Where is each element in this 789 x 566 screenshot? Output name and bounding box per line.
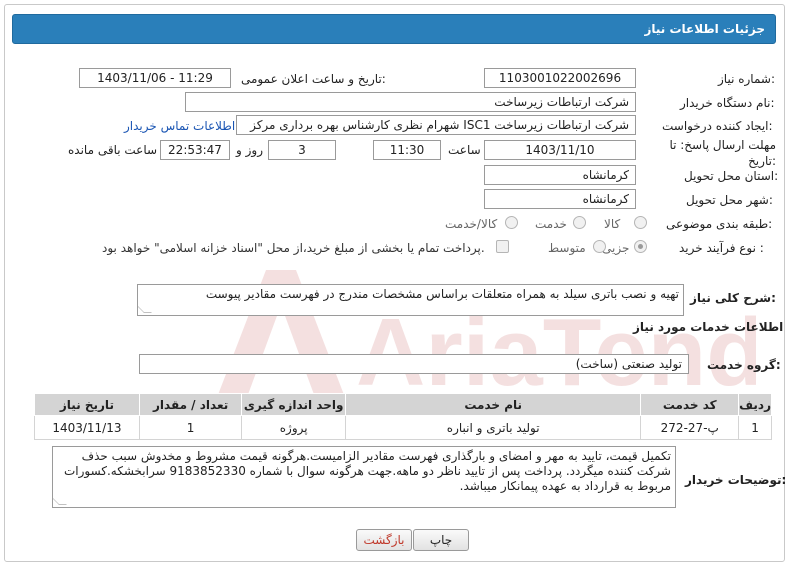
resize-handle-icon[interactable] xyxy=(53,497,67,505)
remaining-time-label: ساعت باقی مانده xyxy=(68,143,158,157)
purchase-type-radio-medium[interactable] xyxy=(593,240,606,253)
remaining-time-field[interactable]: 22:53:47 xyxy=(160,140,230,160)
col-unit: واحد اندازه گیری xyxy=(241,393,346,416)
cell-row: 1 xyxy=(738,415,772,440)
category-option-goods: کالا xyxy=(604,217,621,231)
delivery-city-label: شهر محل تحویل: xyxy=(686,193,773,207)
col-service-name: نام خدمت xyxy=(344,393,642,416)
col-need-date: تاریخ نیاز xyxy=(34,393,140,416)
buyer-contact-link[interactable]: اطلاعات تماس خریدار xyxy=(124,119,235,133)
buyer-notes-label: توضیحات خریدار: xyxy=(685,473,787,487)
back-button[interactable]: بازگشت xyxy=(356,529,412,551)
summary-textarea[interactable]: تهیه و نصب باتری سیلد به همراه متعلقات ب… xyxy=(137,284,684,316)
col-service-code: کد خدمت xyxy=(640,393,740,416)
cell-quantity: 1 xyxy=(138,415,243,440)
col-quantity: تعداد / مقدار xyxy=(138,393,243,416)
purchase-type-option-minor: جزیی xyxy=(602,241,630,255)
delivery-province-label: استان محل تحویل: xyxy=(684,169,779,183)
announce-datetime-field[interactable]: 1403/11/06 - 11:29 xyxy=(79,68,231,88)
buyer-org-field[interactable]: شرکت ارتباطات زیرساخت xyxy=(185,92,636,112)
table-row: 1 پ-27-272 تولید باتری و انباره پروژه 1 … xyxy=(34,415,772,440)
page-header: جزئیات اطلاعات نیاز xyxy=(12,14,776,44)
services-section-title: اطلاعات خدمات مورد نیاز xyxy=(633,320,784,334)
services-table: ردیف کد خدمت نام خدمت واحد اندازه گیری ت… xyxy=(34,393,772,440)
treasury-payment-checkbox[interactable] xyxy=(496,240,509,253)
category-label: طبقه بندی موضوعی: xyxy=(666,217,773,231)
deadline-date-field[interactable]: 1403/11/10 xyxy=(484,140,636,160)
delivery-province-field[interactable]: کرمانشاه xyxy=(484,165,636,185)
buyer-notes-text: تکمیل قیمت، تایید به مهر و امضای و بارگذ… xyxy=(63,449,671,493)
need-number-label: شماره نیاز: xyxy=(718,72,776,86)
category-option-service: خدمت xyxy=(535,217,567,231)
col-row: ردیف xyxy=(738,393,772,416)
deadline-days-field[interactable]: 3 xyxy=(268,140,336,160)
buyer-notes-textarea[interactable]: تکمیل قیمت، تایید به مهر و امضای و بارگذ… xyxy=(52,446,676,508)
requester-label: ایجاد کننده درخواست: xyxy=(662,119,773,133)
purchase-type-radio-minor[interactable] xyxy=(634,240,647,253)
deadline-time-label: ساعت xyxy=(448,143,481,157)
services-table-header: ردیف کد خدمت نام خدمت واحد اندازه گیری ت… xyxy=(34,393,772,416)
treasury-payment-note: پرداخت تمام یا بخشی از مبلغ خرید،از محل … xyxy=(102,241,485,255)
need-number-field[interactable]: 1103001022002696 xyxy=(484,68,636,88)
deadline-days-label: روز و xyxy=(236,143,263,157)
cell-service-code: پ-27-272 xyxy=(640,415,740,440)
purchase-type-option-medium: متوسط xyxy=(548,241,586,255)
category-radio-goods-service[interactable] xyxy=(505,216,518,229)
purchase-type-label: نوع فرآیند خرید : xyxy=(679,241,764,255)
service-group-field[interactable]: تولید صنعتی (ساخت) xyxy=(139,354,689,374)
service-group-label: گروه خدمت: xyxy=(707,358,781,372)
category-radio-service[interactable] xyxy=(573,216,586,229)
requester-field[interactable]: شهرام نظری کارشناس بهره برداری مرکز ISC1… xyxy=(236,115,636,135)
cell-need-date: 1403/11/13 xyxy=(34,415,140,440)
page-title: جزئیات اطلاعات نیاز xyxy=(644,22,765,36)
announce-datetime-label: تاریخ و ساعت اعلان عمومی: xyxy=(241,72,386,86)
deadline-time-field[interactable]: 11:30 xyxy=(373,140,441,160)
buyer-org-label: نام دستگاه خریدار: xyxy=(680,96,775,110)
summary-label: شرح کلی نیاز: xyxy=(690,291,776,305)
cell-unit: پروژه xyxy=(241,415,346,440)
cell-service-name: تولید باتری و انباره xyxy=(344,415,642,440)
category-radio-goods[interactable] xyxy=(634,216,647,229)
print-button[interactable]: چاپ xyxy=(413,529,469,551)
deadline-label: مهلت ارسال پاسخ: تا تاریخ: xyxy=(669,138,776,168)
category-option-goods-service: کالا/خدمت xyxy=(445,217,498,231)
summary-text: تهیه و نصب باتری سیلد به همراه متعلقات ب… xyxy=(205,287,679,301)
resize-handle-icon[interactable] xyxy=(138,305,152,313)
delivery-city-field[interactable]: کرمانشاه xyxy=(484,189,636,209)
